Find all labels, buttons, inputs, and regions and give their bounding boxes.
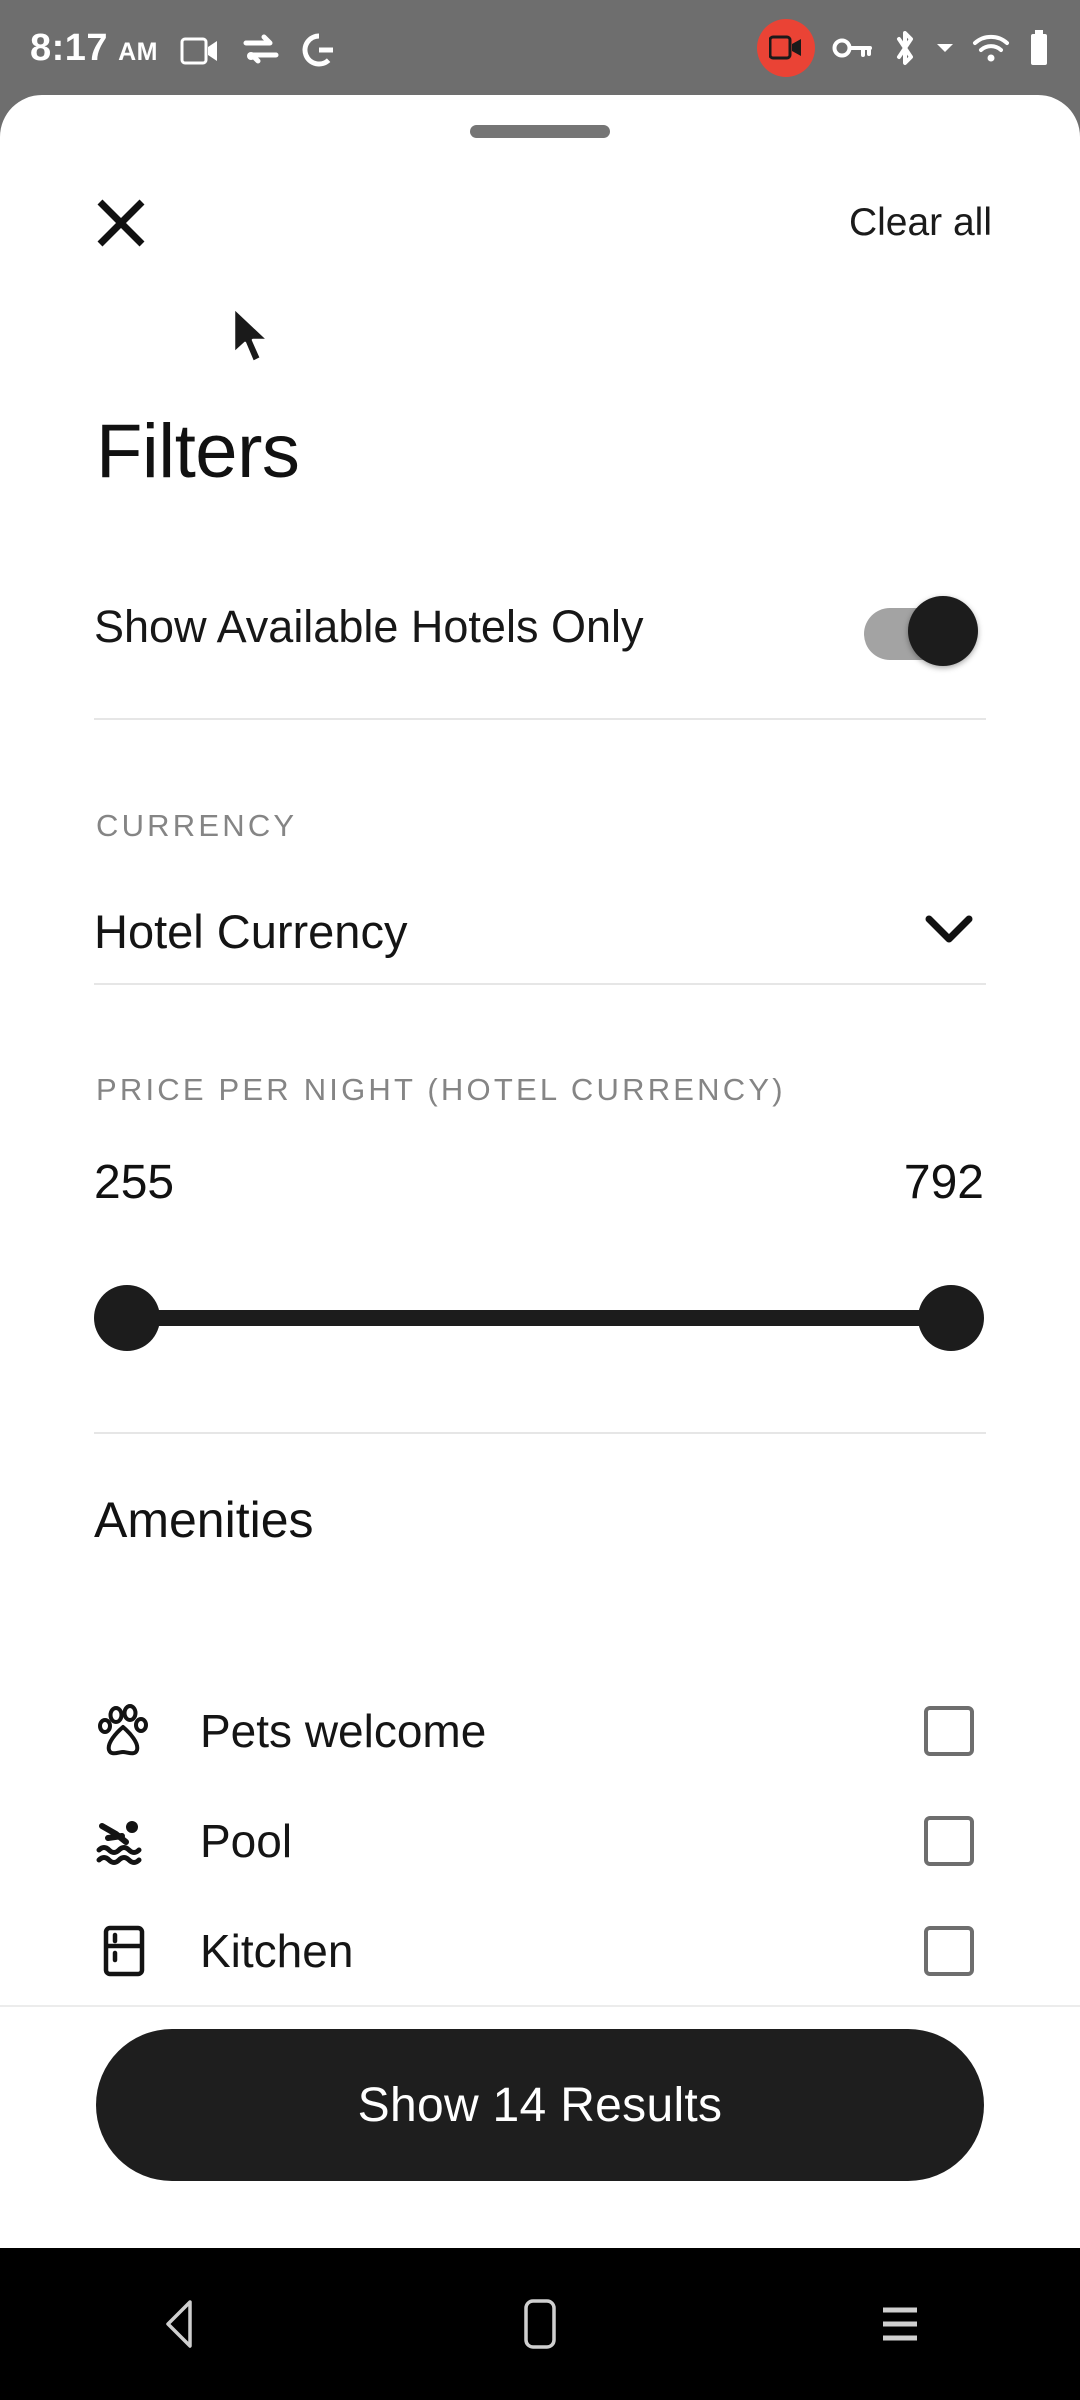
amenity-row-kitchen[interactable]: Kitchen — [94, 1903, 974, 1999]
slider-max-handle[interactable] — [918, 1285, 984, 1351]
close-button[interactable] — [86, 188, 156, 258]
amenity-row-pets[interactable]: Pets welcome — [94, 1683, 974, 1779]
kitchen-fridge-icon — [94, 1920, 156, 1982]
slider-rail — [120, 1310, 958, 1326]
google-g-icon — [302, 33, 336, 67]
amenity-label: Pool — [200, 1815, 293, 1867]
nav-recents-button[interactable] — [840, 2269, 960, 2379]
nav-home-button[interactable] — [480, 2269, 600, 2379]
divider-after-availability — [94, 718, 986, 720]
amenity-checkbox[interactable] — [924, 1816, 974, 1866]
battery-icon — [1028, 29, 1050, 67]
phone-screen: 8:17 AM Clear all Filters Show Available… — [0, 0, 1080, 2400]
sheet-top-bar: Clear all — [0, 163, 1080, 283]
amenity-label: Kitchen — [200, 1925, 354, 1977]
filters-bottom-sheet: Clear all Filters Show Available Hotels … — [0, 95, 1080, 2248]
status-bar-right — [757, 18, 1050, 77]
amenity-checkbox[interactable] — [924, 1706, 974, 1756]
currency-section-label: CURRENCY — [96, 808, 298, 843]
bluetooth-icon — [891, 30, 919, 66]
paw-icon — [94, 1700, 156, 1762]
pool-swimmer-icon — [94, 1810, 156, 1872]
status-bar: 8:17 AM — [0, 0, 1080, 95]
sheet-footer: Show 14 Results — [0, 2005, 1080, 2248]
vpn-key-swap-icon — [242, 33, 280, 67]
status-bar-left: 8:17 AM — [30, 29, 336, 67]
slider-min-handle[interactable] — [94, 1285, 160, 1351]
vpn-key-icon — [832, 35, 874, 61]
toggle-thumb — [908, 596, 978, 666]
amenity-row-pool[interactable]: Pool — [94, 1793, 974, 1889]
page-title: Filters — [96, 409, 300, 494]
nav-back-button[interactable] — [120, 2269, 240, 2379]
divider-after-currency — [94, 983, 986, 985]
video-camera-icon — [180, 35, 220, 67]
show-available-hotels-toggle[interactable] — [864, 596, 978, 666]
dropdown-caret-icon — [936, 41, 954, 55]
status-bar-ampm: AM — [118, 37, 158, 66]
currency-selector[interactable]: Hotel Currency — [94, 895, 974, 967]
show-available-hotels-label: Show Available Hotels Only — [94, 601, 644, 652]
show-available-hotels-row[interactable]: Show Available Hotels Only — [94, 592, 978, 666]
amenity-checkbox[interactable] — [924, 1926, 974, 1976]
chevron-down-icon — [924, 913, 974, 950]
android-nav-bar — [0, 2248, 1080, 2400]
show-results-button[interactable]: Show 14 Results — [96, 2029, 984, 2181]
price-range-slider[interactable] — [94, 1285, 984, 1351]
amenities-title: Amenities — [94, 1492, 314, 1548]
filters-scroll-area[interactable]: Clear all Filters Show Available Hotels … — [0, 95, 1080, 2005]
wifi-icon — [971, 32, 1011, 64]
price-min-value: 255 — [94, 1156, 175, 1209]
price-max-value: 792 — [903, 1156, 984, 1209]
screen-record-active-icon — [757, 18, 815, 77]
status-bar-time: 8:17 — [30, 26, 109, 69]
divider-after-price — [94, 1432, 986, 1434]
price-section-label: PRICE PER NIGHT (HOTEL CURRENCY) — [96, 1072, 786, 1107]
clear-all-button[interactable]: Clear all — [849, 201, 992, 245]
amenity-label: Pets welcome — [200, 1705, 487, 1757]
currency-value: Hotel Currency — [94, 904, 408, 958]
